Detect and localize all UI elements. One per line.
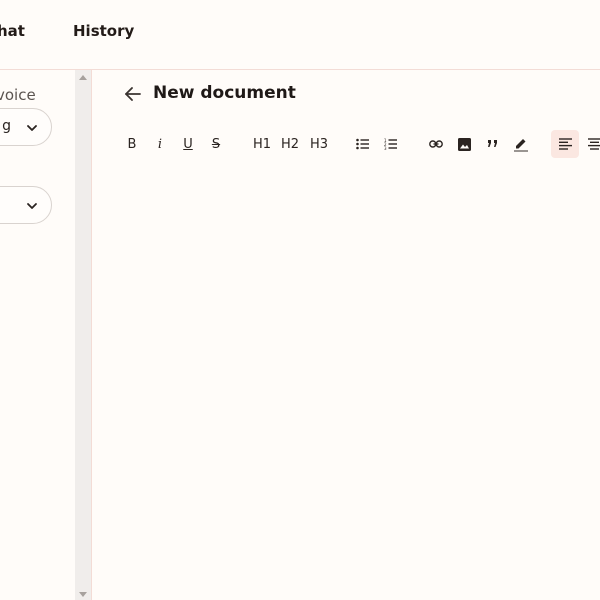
- document-editor-area[interactable]: [93, 170, 600, 600]
- document-title: New document: [153, 83, 296, 103]
- top-navigation: hat History: [0, 0, 600, 70]
- quote-button[interactable]: [482, 130, 504, 158]
- svg-text:3: 3: [384, 146, 387, 150]
- tab-history[interactable]: History: [73, 22, 134, 40]
- highlight-button[interactable]: [510, 130, 532, 158]
- link-button[interactable]: [425, 130, 447, 158]
- bullet-list-icon: [356, 138, 369, 150]
- chevron-down-icon: [27, 203, 37, 209]
- heading-2-button[interactable]: H2: [278, 130, 302, 158]
- align-center-button[interactable]: [583, 130, 600, 158]
- voice-select[interactable]: g: [0, 108, 52, 146]
- bullet-list-button[interactable]: [352, 130, 374, 158]
- align-left-button[interactable]: [551, 130, 579, 158]
- settings-sidebar: voice g: [0, 70, 75, 600]
- image-icon: [457, 137, 471, 151]
- second-select[interactable]: [0, 186, 52, 224]
- align-center-icon: [587, 138, 600, 150]
- chevron-down-icon: [27, 125, 37, 131]
- heading-3-button[interactable]: H3: [307, 130, 331, 158]
- numbered-list-button[interactable]: 1 2 3: [380, 130, 402, 158]
- strikethrough-button[interactable]: S: [206, 130, 226, 158]
- quote-icon: [488, 140, 497, 147]
- link-icon: [429, 140, 443, 148]
- underline-button[interactable]: U: [178, 130, 198, 158]
- voice-select-value: g: [2, 118, 11, 134]
- scroll-down-arrow-icon[interactable]: [79, 592, 87, 597]
- scroll-up-arrow-icon[interactable]: [79, 75, 87, 80]
- numbered-list-icon: 1 2 3: [384, 138, 397, 150]
- sidebar-scrollbar[interactable]: [75, 70, 92, 600]
- align-left-icon: [558, 138, 572, 150]
- italic-button[interactable]: i: [150, 130, 170, 158]
- bold-button[interactable]: B: [122, 130, 142, 158]
- tab-chat[interactable]: hat: [0, 22, 25, 40]
- pen-highlight-icon: [514, 139, 528, 152]
- heading-1-button[interactable]: H1: [250, 130, 274, 158]
- voice-label: voice: [0, 86, 36, 104]
- formatting-toolbar: B i U S H1 H2 H3 1 2 3: [118, 130, 600, 158]
- back-arrow-icon[interactable]: [124, 85, 142, 103]
- image-button[interactable]: [453, 130, 475, 158]
